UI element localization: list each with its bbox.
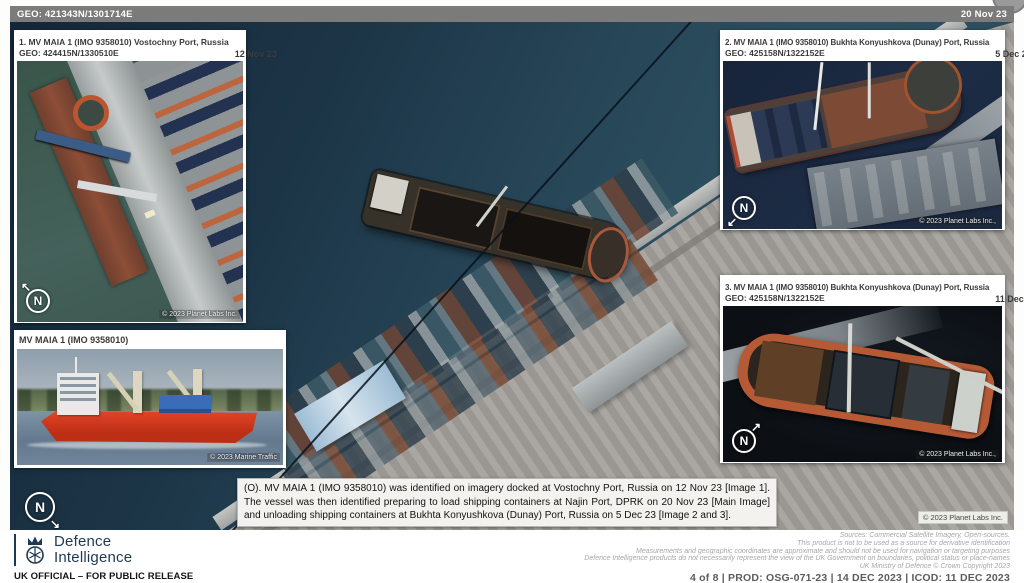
inset2-title: 2. MV MAIA 1 (IMO 9358010) Bukhta Konyus…	[725, 38, 990, 47]
disclaimer-line: Measurements and geographic coordinates …	[636, 547, 1010, 555]
crane-mast	[867, 62, 871, 119]
inset3-date: 11 Dec 23	[995, 294, 1024, 304]
photo-header: MV MAIA 1 (IMO 9358010)	[17, 333, 283, 349]
inset2-header-text: 2. MV MAIA 1 (IMO 9358010) Bukhta Konyus…	[725, 37, 989, 59]
inset1-satellite-image: N ↖ © 2023 Planet Labs Inc.	[17, 61, 243, 322]
disclaimer-line: This product is not to be used as a sour…	[797, 539, 1010, 547]
cargo-hatch	[824, 350, 900, 420]
footer-bar: Defence Intelligence UK OFFICIAL – FOR P…	[0, 530, 1024, 583]
inset2-date: 5 Dec 23	[995, 49, 1024, 59]
north-arrow-icon: N ↙	[727, 193, 759, 228]
north-arrow-pointer: ↖	[21, 280, 32, 294]
mast	[75, 357, 77, 375]
logo-divider	[14, 534, 16, 566]
inset-image-2: 2. MV MAIA 1 (IMO 9358010) Bukhta Konyus…	[720, 30, 1024, 230]
north-arrow-icon: N ↗	[729, 421, 761, 456]
crane	[106, 371, 142, 413]
inset3-credit: © 2023 Planet Labs Inc.,	[916, 450, 999, 459]
inset2-credit: © 2023 Planet Labs Inc.,	[916, 217, 999, 226]
org-name-line1: Defence	[54, 533, 112, 550]
disclaimer-line: Sources: Commercial Satellite Imagery, O…	[839, 532, 1010, 539]
analyst-caption: (O). MV MAIA 1 (IMO 9358010) was identif…	[237, 478, 777, 527]
inset1-credit: © 2023 Planet Labs Inc.	[159, 310, 240, 319]
inset3-title: 3. MV MAIA 1 (IMO 9358010) Bukhta Konyus…	[725, 283, 990, 292]
inset1-date: 12 Nov 23	[234, 49, 277, 59]
intel-product-page: GEO: 421343N/1301714E 20 Nov 23 N ↘ © 20…	[0, 0, 1024, 583]
vessel-photo-inset: MV MAIA 1 (IMO 9358010) © 2023 Marine Tr…	[14, 330, 286, 468]
inset-image-1: 1. MV MAIA 1 (IMO 9358010) Vostochny Por…	[14, 30, 277, 323]
cargo-hatch	[901, 365, 951, 425]
disclaimer-block: Sources: Commercial Satellite Imagery, O…	[584, 532, 1010, 571]
red-hull	[41, 411, 257, 443]
inset3-header: 3. MV MAIA 1 (IMO 9358010) Bukhta Konyus…	[723, 278, 1024, 306]
superstructure	[57, 373, 99, 415]
inset1-title: 1. MV MAIA 1 (IMO 9358010) Vostochny Por…	[19, 37, 229, 47]
dock-texture	[813, 145, 999, 227]
org-name: Defence Intelligence	[54, 534, 132, 566]
north-arrow-pointer: ↘	[49, 517, 60, 531]
product-reference-line: 4 of 8 | PROD: OSG-071-23 | 14 DEC 2023 …	[690, 572, 1010, 583]
inset2-geo: GEO: 425158N/1322152E	[725, 48, 825, 58]
inset1-geo: GEO: 424415N/1330510E	[19, 48, 119, 58]
inset1-header-text: 1. MV MAIA 1 (IMO 9358010) Vostochny Por…	[19, 37, 229, 59]
inset-image-3: 3. MV MAIA 1 (IMO 9358010) Bukhta Konyus…	[720, 275, 1024, 463]
disclaimer-line: UK Ministry of Defence © Crown Copyright…	[859, 563, 1010, 571]
crown-emblem-icon	[26, 536, 44, 564]
north-arrow-pointer: ↙	[727, 215, 738, 229]
inset1-header: 1. MV MAIA 1 (IMO 9358010) Vostochny Por…	[17, 33, 277, 61]
inset3-geo: GEO: 425158N/1322152E	[725, 293, 825, 303]
top-geo-bar: GEO: 421343N/1301714E 20 Nov 23	[10, 6, 1014, 22]
main-geo-coordinates: GEO: 421343N/1301714E	[17, 8, 133, 20]
main-image-date: 20 Nov 23	[960, 8, 1007, 20]
main-image-credit: © 2023 Planet Labs Inc.	[917, 511, 1008, 524]
dock-apron	[807, 138, 1002, 229]
north-arrow-icon: N ↘	[22, 489, 60, 530]
windows	[60, 377, 96, 403]
deck-containers	[159, 395, 211, 413]
org-name-line2: Intelligence	[54, 549, 133, 566]
defence-intelligence-logo: Defence Intelligence	[14, 534, 132, 566]
inset2-satellite-image: N ↙ © 2023 Planet Labs Inc.,	[723, 61, 1002, 229]
north-arrow-pointer: ↗	[750, 420, 761, 434]
classification-marking: UK OFFICIAL – FOR PUBLIC RELEASE	[14, 571, 194, 582]
inset3-satellite-image: N ↗ © 2023 Planet Labs Inc.,	[723, 306, 1002, 462]
photo-title: MV MAIA 1 (IMO 9358010)	[19, 335, 129, 345]
vessel-photo: © 2023 Marine Traffic	[17, 349, 283, 465]
north-arrow-icon: N ↖	[21, 281, 53, 316]
crane-turntable	[73, 95, 109, 131]
photo-credit: © 2023 Marine Traffic	[207, 453, 280, 462]
inset2-header: 2. MV MAIA 1 (IMO 9358010) Bukhta Konyus…	[723, 33, 1024, 61]
inset3-header-text: 3. MV MAIA 1 (IMO 9358010) Bukhta Konyus…	[725, 282, 989, 304]
cargo-hatch	[754, 340, 824, 406]
